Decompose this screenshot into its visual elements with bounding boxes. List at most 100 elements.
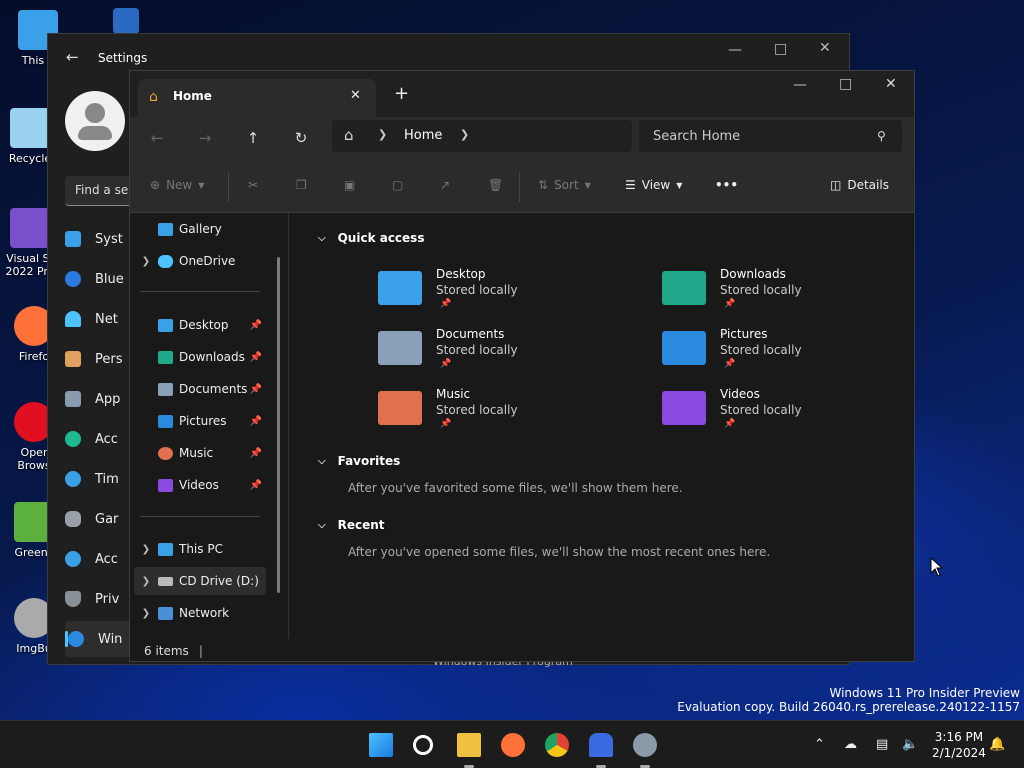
maximize-icon[interactable]: □	[774, 41, 787, 57]
new-tab-button[interactable]: +	[394, 83, 409, 104]
up-arrow-icon[interactable]: ↑	[239, 125, 267, 151]
search-input[interactable]: Search Home	[639, 120, 902, 152]
divider	[140, 291, 260, 292]
nav-item-pictures[interactable]: Pictures 📌	[134, 407, 266, 435]
chevron-right-icon[interactable]: ❯	[134, 576, 158, 587]
chevron-right-icon[interactable]: ❯	[134, 608, 158, 619]
search-icon: ⚲	[877, 129, 886, 143]
folder-pictures[interactable]: Pictures Stored locally 📌	[662, 327, 902, 383]
chevron-right-icon[interactable]: ❯	[134, 256, 158, 267]
firefox-taskbar-icon[interactable]	[501, 733, 525, 757]
maximize-icon[interactable]: □	[839, 76, 852, 92]
start-button[interactable]	[369, 733, 393, 757]
chrome-taskbar-icon[interactable]	[545, 733, 569, 757]
recent-empty-message: After you've opened some files, we'll sh…	[348, 545, 771, 559]
forward-arrow-icon[interactable]: →	[191, 125, 219, 151]
divider	[228, 172, 229, 202]
folder-videos[interactable]: Videos Stored locally 📌	[662, 387, 902, 443]
details-button[interactable]: ◫ Details	[830, 178, 889, 192]
onedrive-offline-icon[interactable]: ☁	[844, 737, 857, 752]
taskbar: ⌃ ☁ ▤ 🔈 3:16 PM 2/1/2024 🔔	[0, 720, 1024, 768]
section-quick-access[interactable]: ⌵ Quick access	[318, 231, 424, 245]
folder-desktop[interactable]: Desktop Stored locally 📌	[378, 267, 618, 323]
nav-scrollbar[interactable]	[277, 257, 280, 593]
pin-icon: 📌	[440, 419, 452, 429]
documents-icon	[158, 382, 173, 396]
pin-icon[interactable]: 📌	[250, 480, 262, 491]
address-bar[interactable]: ⌂ ❯ Home ❯	[332, 120, 632, 152]
search-icon[interactable]	[413, 735, 433, 755]
nav-item-cd-drive[interactable]: ❯ CD Drive (D:)	[134, 567, 266, 595]
update-icon	[68, 631, 84, 647]
chevron-right-icon[interactable]: ❯	[460, 128, 469, 141]
volume-muted-icon[interactable]: 🔈	[902, 737, 918, 752]
copy-icon[interactable]: ❐	[296, 178, 307, 192]
nav-item-onedrive[interactable]: ❯ OneDrive	[134, 247, 266, 275]
more-options-button[interactable]: •••	[715, 178, 738, 192]
desktop-folder-icon	[378, 271, 422, 305]
view-list-icon: ☰	[625, 178, 636, 192]
close-icon[interactable]: ✕	[885, 76, 897, 92]
file-explorer-window[interactable]: ⌂ Home ✕ + — □ ✕ ← → ↑ ↻ ⌂ ❯ Home ❯ Sear…	[129, 70, 915, 662]
paste-icon[interactable]: ▣	[344, 178, 355, 192]
file-explorer-taskbar-icon[interactable]	[457, 733, 481, 757]
share-icon[interactable]: ↗	[440, 178, 450, 192]
pin-icon[interactable]: 📌	[250, 320, 262, 331]
back-arrow-icon[interactable]: ←	[66, 48, 79, 66]
chevron-right-icon[interactable]: ❯	[134, 544, 158, 555]
folder-music[interactable]: Music Stored locally 📌	[378, 387, 618, 443]
section-favorites[interactable]: ⌵ Favorites	[318, 454, 400, 468]
folder-downloads[interactable]: Downloads Stored locally 📌	[662, 267, 902, 323]
notification-bell-icon[interactable]: 🔔	[989, 737, 1005, 752]
nav-item-music[interactable]: Music 📌	[134, 439, 266, 467]
app-taskbar-icon[interactable]	[589, 733, 613, 757]
monitor-icon	[158, 542, 173, 556]
pin-icon[interactable]: 📌	[250, 416, 262, 427]
breadcrumb-home[interactable]: Home	[404, 128, 442, 143]
settings-taskbar-icon[interactable]	[633, 733, 657, 757]
close-icon[interactable]: ✕	[819, 40, 831, 56]
back-arrow-icon[interactable]: ←	[143, 125, 171, 151]
nav-item-network[interactable]: ❯ Network	[134, 599, 266, 627]
system-clock[interactable]: 3:16 PM 2/1/2024	[932, 729, 986, 761]
wifi-icon	[65, 311, 81, 327]
address-row: ← → ↑ ↻ ⌂ ❯ Home ❯ Search Home ⚲	[130, 117, 914, 159]
home-icon: ⌂	[149, 89, 158, 105]
music-folder-icon	[378, 391, 422, 425]
chevron-down-icon: ▼	[584, 180, 591, 190]
rename-icon[interactable]: ▢	[392, 178, 403, 192]
nav-item-downloads[interactable]: Downloads 📌	[134, 343, 266, 371]
nav-item-documents[interactable]: Documents 📌	[134, 375, 266, 403]
navigation-pane: Gallery ❯ OneDrive Desktop 📌 Downloads 📌 Do…	[130, 213, 288, 639]
nav-item-desktop[interactable]: Desktop 📌	[134, 311, 266, 339]
pin-icon[interactable]: 📌	[250, 448, 262, 459]
evaluation-watermark: Windows 11 Pro Insider Preview Evaluatio…	[677, 686, 1020, 714]
delete-icon[interactable]: 🗑	[488, 178, 503, 192]
sort-icon: ⇅	[538, 178, 549, 192]
documents-folder-icon	[378, 331, 422, 365]
folder-documents[interactable]: Documents Stored locally 📌	[378, 327, 618, 383]
nav-item-this-pc[interactable]: ❯ This PC	[134, 535, 266, 563]
network-status-icon[interactable]: ▤	[876, 737, 888, 752]
pin-icon: 📌	[724, 419, 736, 429]
sort-button[interactable]: ⇅ Sort ▼	[538, 178, 591, 192]
cut-icon[interactable]: ✂	[248, 178, 258, 192]
section-recent[interactable]: ⌵ Recent	[318, 518, 385, 532]
view-button[interactable]: ☰ View ▼	[625, 178, 682, 192]
tab-home[interactable]: ⌂ Home ✕	[138, 79, 376, 117]
minimize-icon[interactable]: —	[793, 77, 807, 93]
nav-item-videos[interactable]: Videos 📌	[134, 471, 266, 499]
videos-folder-icon	[662, 391, 706, 425]
refresh-icon[interactable]: ↻	[287, 125, 315, 151]
close-tab-icon[interactable]: ✕	[350, 88, 361, 103]
pin-icon: 📌	[440, 299, 452, 309]
user-avatar[interactable]	[65, 91, 125, 151]
home-icon: ⌂	[344, 126, 354, 144]
new-button[interactable]: ⊕ New ▼	[150, 178, 204, 192]
minimize-icon[interactable]: —	[728, 42, 742, 58]
chevron-up-icon[interactable]: ⌃	[814, 737, 825, 752]
pin-icon[interactable]: 📌	[250, 384, 262, 395]
nav-item-gallery[interactable]: Gallery	[134, 215, 266, 243]
pin-icon[interactable]: 📌	[250, 352, 262, 363]
chevron-down-icon: ▼	[198, 180, 205, 190]
